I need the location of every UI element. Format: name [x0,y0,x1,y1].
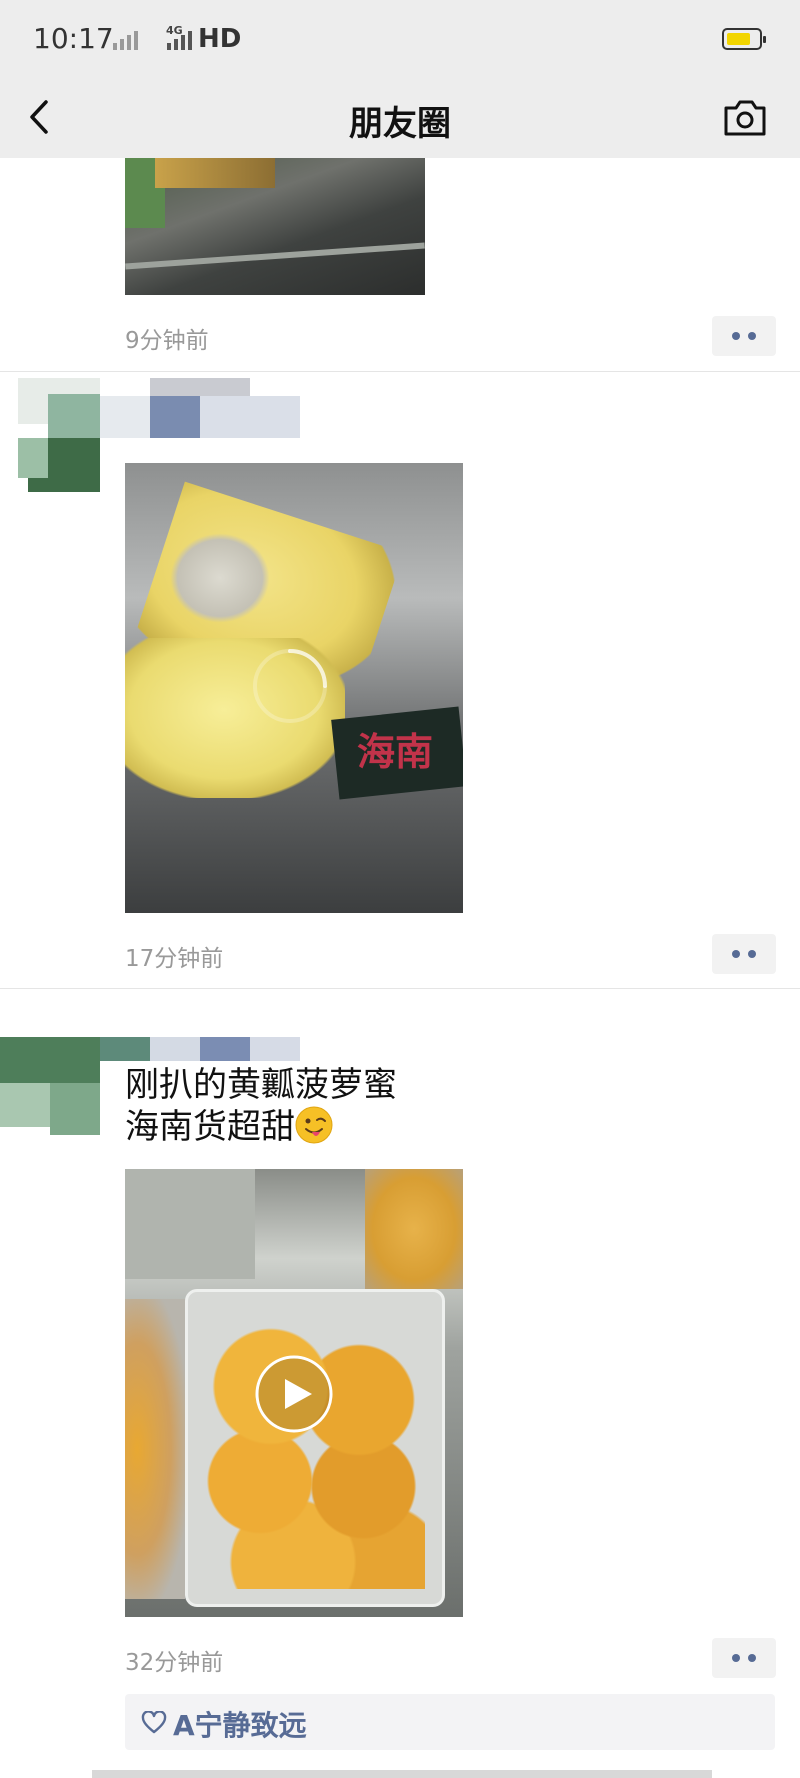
page-title: 朋友圈 [349,104,451,144]
play-icon[interactable] [254,1354,334,1434]
post-divider [0,371,800,372]
post-timestamp: 32分钟前 [125,1650,224,1676]
nav-bar: 朋友圈 [0,78,800,158]
like-user-link[interactable]: A宁静致远 [173,1704,307,1744]
loading-spinner-icon [253,649,327,723]
post-image[interactable] [125,158,425,295]
post-text-line1: 刚扒的黄瓤菠萝蜜 [125,1065,397,1105]
battery-icon [722,28,766,50]
image-detail [365,1169,463,1289]
likes-section: A宁静致远 [125,1694,775,1750]
hd-label: HD [198,24,242,54]
status-time: 10:17 [33,22,114,55]
image-watermark-text: 海南 [357,729,434,774]
avatar[interactable] [18,378,100,496]
signal-icon-sim2 [167,28,192,50]
username-mosaic[interactable] [100,378,300,438]
camera-icon[interactable] [722,94,768,140]
image-detail [155,158,275,188]
post-text-line2-container: 海南货超甜 [125,1106,333,1148]
post-timestamp: 17分钟前 [125,946,224,972]
image-detail [125,1169,255,1279]
post-video[interactable] [125,1169,463,1617]
more-button[interactable] [712,934,776,974]
post-timestamp: 9分钟前 [125,328,209,354]
heart-icon [141,1711,167,1734]
image-detail [125,1299,185,1599]
next-post-edge [92,1770,712,1778]
status-bar: 10:17 4G HD [0,0,800,78]
signal-icon-sim1 [113,28,138,50]
post-image[interactable]: 海南 [125,463,463,913]
more-button[interactable] [712,1638,776,1678]
image-detail [170,533,270,623]
avatar[interactable] [0,1037,100,1135]
battery-level [727,33,750,45]
winking-tongue-emoji [295,1106,333,1144]
username-mosaic[interactable] [100,1037,300,1061]
post-divider [0,988,800,989]
more-button[interactable] [712,316,776,356]
image-detail [125,242,425,270]
post-text-line2: 海南货超甜 [125,1107,295,1147]
